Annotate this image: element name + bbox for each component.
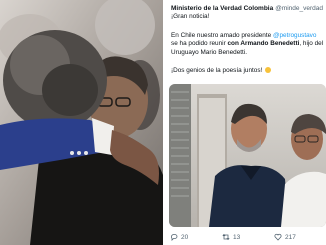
tweet-actions: 20 13 217 (166, 231, 326, 243)
reply-count: 20 (181, 233, 189, 241)
embrace-photo (0, 0, 163, 245)
tweet-line-5-text: ¡Dos genios de la poesía juntos! (171, 67, 263, 75)
tweet-text: ¡Gran noticia! En Chile nuestro amado pr… (171, 13, 326, 76)
tweet-media-photo[interactable] (169, 84, 326, 227)
tweet-author-name[interactable]: Ministerio de la Verdad Colombia (171, 5, 273, 12)
heart-eyes-emoji-icon (265, 67, 272, 74)
tweet-line-3: se ha podido reunir con Armando Benedett… (171, 40, 326, 49)
like-button[interactable]: 217 (274, 231, 296, 243)
retweet-button[interactable]: 13 (222, 231, 240, 243)
reply-icon (170, 233, 178, 241)
tweet-line-1: ¡Gran noticia! (171, 13, 210, 20)
tweet-line-3-bold: con Armando Benedetti (227, 40, 300, 48)
tweet-author-handle[interactable]: @minde_verdad (275, 5, 323, 12)
retweet-count: 13 (233, 233, 241, 241)
tweet-card[interactable]: Ministerio de la Verdad Colombia @minde_v… (166, 0, 326, 245)
heart-icon (274, 233, 282, 241)
mention-link[interactable]: @petrogustavo (273, 32, 316, 39)
like-count: 217 (285, 233, 296, 241)
tweet-header: Ministerio de la Verdad Colombia @minde_v… (171, 4, 326, 13)
tweet-line-2-text: En Chile nuestro amado presidente (171, 31, 273, 39)
tweet-line-3-text: se ha podido reunir (171, 40, 228, 48)
two-men-photo-graphic (169, 84, 326, 227)
tweet-line-2: En Chile nuestro amado presidente @petro… (171, 32, 326, 41)
tweet-line-5: ¡Dos genios de la poesía juntos! (171, 67, 326, 76)
retweet-icon (222, 233, 230, 241)
embrace-photo-graphic (0, 0, 163, 245)
reply-button[interactable]: 20 (170, 231, 188, 243)
tweet-line-4: Uruguayo Mario Benedetti. (171, 48, 248, 56)
tweet-line-3-tail: , hijo del (299, 40, 324, 48)
